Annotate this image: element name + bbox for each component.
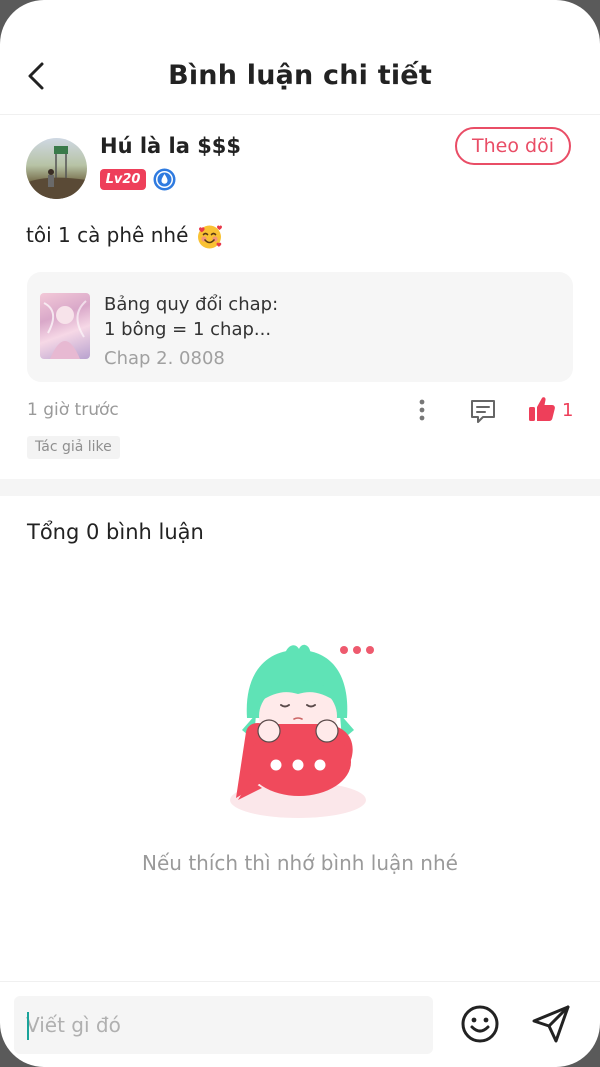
username[interactable]: Hú là la $$$ [100,134,241,158]
send-icon [532,1005,570,1043]
avatar[interactable] [26,138,87,199]
empty-state-text: Nếu thích thì nhớ bình luận nhé [142,851,458,875]
drop-badge-icon [153,168,176,191]
comment-icon [471,400,495,423]
screen: Bình luận chi tiết Hú là la $$$ Lv20 The… [0,0,600,1067]
comment-text: tôi 1 cà phê nhé [26,223,189,247]
like-button[interactable] [527,394,557,424]
section-divider [0,479,600,496]
page-title: Bình luận chi tiết [168,60,432,91]
total-comments: Tổng 0 bình luận [27,520,204,544]
comment-input[interactable] [14,996,433,1054]
avatar-image [26,146,87,199]
more-button[interactable] [411,396,433,426]
header: Bình luận chi tiết [0,0,600,115]
author-like-tag: Tác giả like [27,436,120,459]
level-badge: Lv20 [100,169,146,190]
chapter-name: Chap 2. 0808 [104,348,225,369]
chapter-card[interactable]: Bảng quy đổi chap: 1 bông = 1 chap... Ch… [27,272,573,382]
smiling-face-with-hearts-icon [196,223,223,250]
emoji-button[interactable] [459,1003,501,1045]
text-cursor [27,1012,29,1040]
more-vertical-icon [419,399,425,421]
empty-mascot-illustration [226,638,374,823]
chapter-line-1: Bảng quy đổi chap: [104,294,279,315]
reply-button[interactable] [468,396,498,426]
thumbs-up-icon [529,397,555,421]
chapter-thumbnail [40,293,90,359]
smiley-icon [461,1005,499,1043]
comment-time: 1 giờ trước [27,400,119,420]
follow-button[interactable]: Theo dõi [455,127,571,165]
send-button[interactable] [529,1003,573,1045]
comment-input-bar [0,981,600,1067]
like-count: 1 [562,400,574,421]
chapter-line-2: 1 bông = 1 chap... [104,319,272,340]
